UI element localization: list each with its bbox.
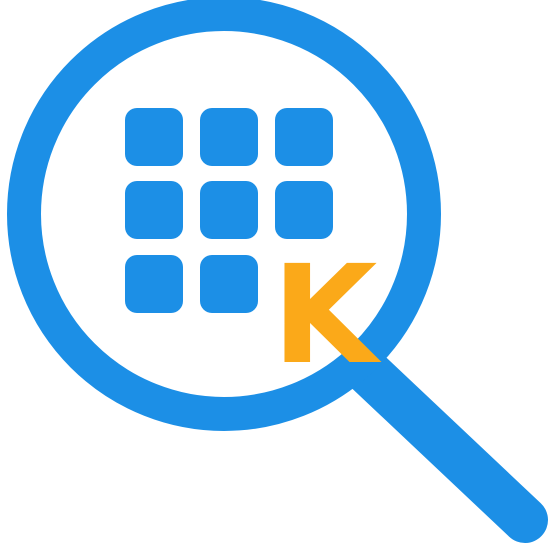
magnifier-handle-icon xyxy=(343,347,548,543)
keypad-key xyxy=(125,108,183,166)
logo-svg: K xyxy=(7,0,548,543)
keypad-key xyxy=(200,181,258,239)
logo-letter: K xyxy=(272,237,382,395)
keypad-key xyxy=(275,108,333,166)
keypad-key xyxy=(125,181,183,239)
keypad-search-logo: K xyxy=(0,0,554,548)
keypad-key xyxy=(200,255,258,313)
keypad-key xyxy=(200,108,258,166)
keypad-key xyxy=(125,255,183,313)
keypad-key xyxy=(275,181,333,239)
